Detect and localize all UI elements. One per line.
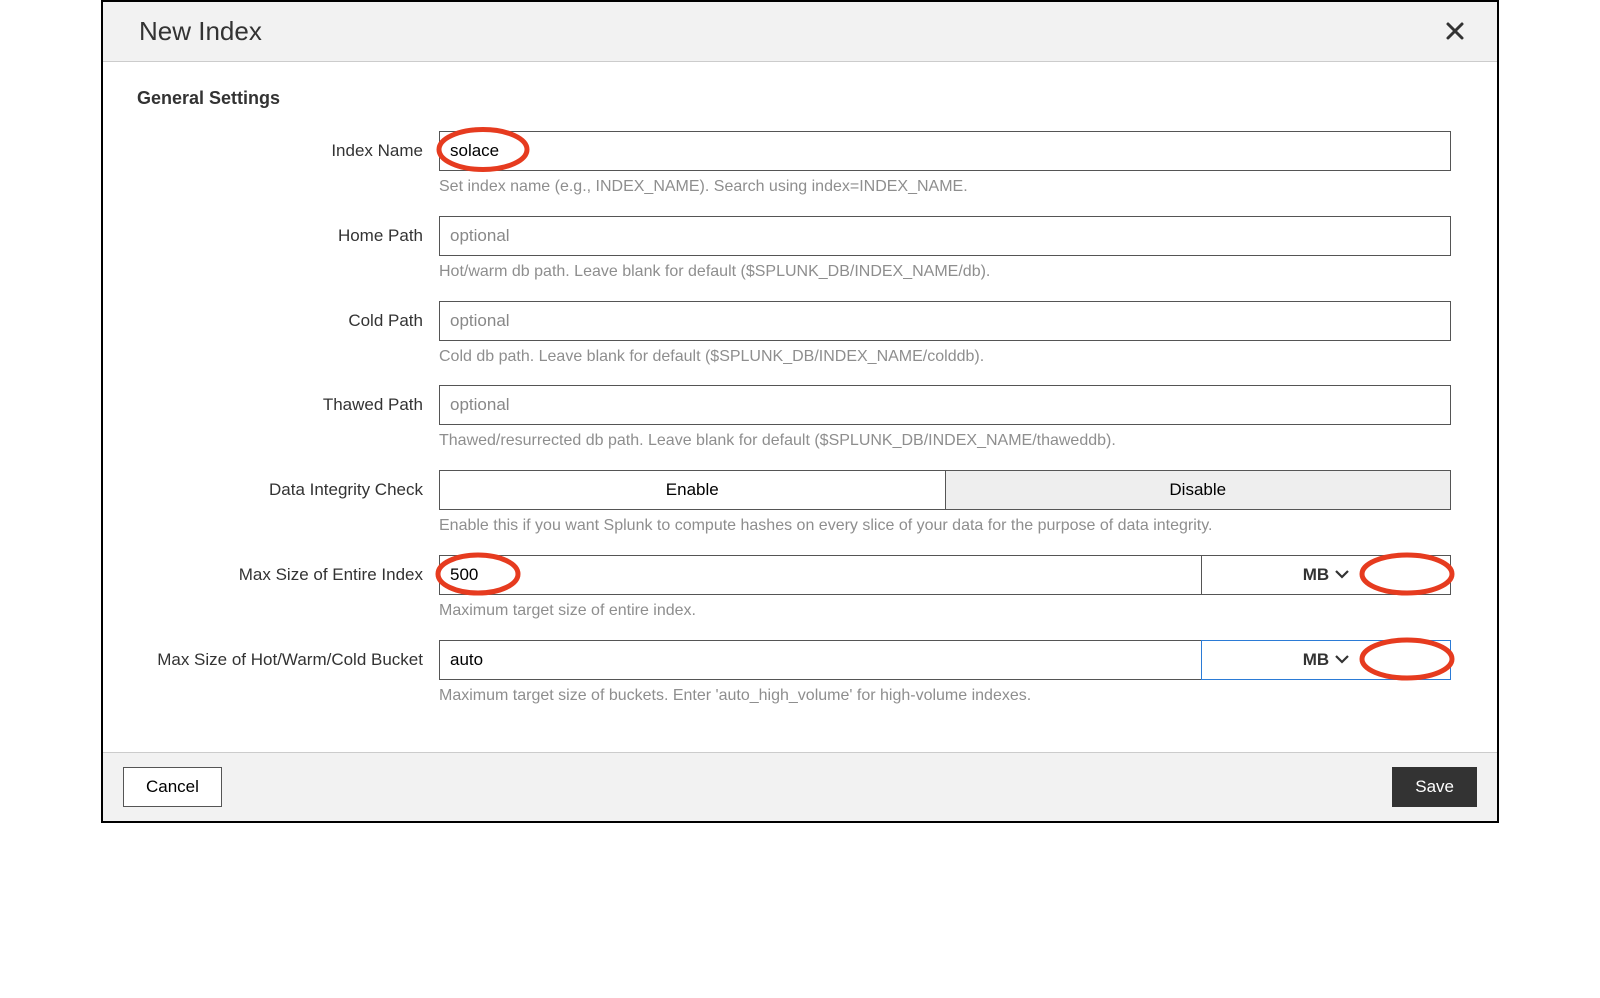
save-button[interactable]: Save [1392, 767, 1477, 807]
modal-header: New Index [103, 2, 1497, 62]
unit-label: MB [1303, 565, 1329, 585]
label-data-integrity: Data Integrity Check [137, 470, 439, 501]
toggle-data-integrity: Enable Disable [439, 470, 1451, 510]
label-max-index: Max Size of Entire Index [137, 555, 439, 586]
row-max-bucket: Max Size of Hot/Warm/Cold Bucket MB Maxi… [137, 640, 1463, 707]
label-thawed-path: Thawed Path [137, 385, 439, 416]
close-icon[interactable] [1441, 19, 1469, 45]
input-index-name[interactable] [439, 131, 1451, 171]
new-index-modal: New Index General Settings Index Name Se… [101, 0, 1499, 823]
section-heading-general: General Settings [137, 88, 1463, 109]
label-index-name: Index Name [137, 131, 439, 162]
cancel-button[interactable]: Cancel [123, 767, 222, 807]
modal-title: New Index [139, 16, 262, 47]
input-home-path[interactable] [439, 216, 1451, 256]
row-thawed-path: Thawed Path Thawed/resurrected db path. … [137, 385, 1463, 452]
help-max-index: Maximum target size of entire index. [439, 601, 1451, 622]
toggle-enable[interactable]: Enable [439, 470, 946, 510]
input-cold-path[interactable] [439, 301, 1451, 341]
select-max-index-unit[interactable]: MB [1201, 555, 1451, 595]
toggle-disable[interactable]: Disable [946, 470, 1452, 510]
unit-label: MB [1303, 650, 1329, 670]
input-max-bucket[interactable] [439, 640, 1201, 680]
help-thawed-path: Thawed/resurrected db path. Leave blank … [439, 431, 1451, 452]
help-cold-path: Cold db path. Leave blank for default ($… [439, 347, 1451, 368]
input-max-index[interactable] [439, 555, 1201, 595]
label-max-bucket: Max Size of Hot/Warm/Cold Bucket [137, 640, 439, 671]
modal-footer: Cancel Save [103, 752, 1497, 821]
row-home-path: Home Path Hot/warm db path. Leave blank … [137, 216, 1463, 283]
label-cold-path: Cold Path [137, 301, 439, 332]
modal-body: General Settings Index Name Set index na… [103, 62, 1497, 752]
help-home-path: Hot/warm db path. Leave blank for defaul… [439, 262, 1451, 283]
input-thawed-path[interactable] [439, 385, 1451, 425]
help-data-integrity: Enable this if you want Splunk to comput… [439, 516, 1451, 537]
row-data-integrity: Data Integrity Check Enable Disable Enab… [137, 470, 1463, 537]
help-index-name: Set index name (e.g., INDEX_NAME). Searc… [439, 177, 1451, 198]
help-max-bucket: Maximum target size of buckets. Enter 'a… [439, 686, 1451, 707]
select-max-bucket-unit[interactable]: MB [1201, 640, 1451, 680]
chevron-down-icon [1335, 655, 1349, 664]
label-home-path: Home Path [137, 216, 439, 247]
row-cold-path: Cold Path Cold db path. Leave blank for … [137, 301, 1463, 368]
row-max-index: Max Size of Entire Index MB [137, 555, 1463, 622]
row-index-name: Index Name Set index name (e.g., INDEX_N… [137, 131, 1463, 198]
chevron-down-icon [1335, 570, 1349, 579]
